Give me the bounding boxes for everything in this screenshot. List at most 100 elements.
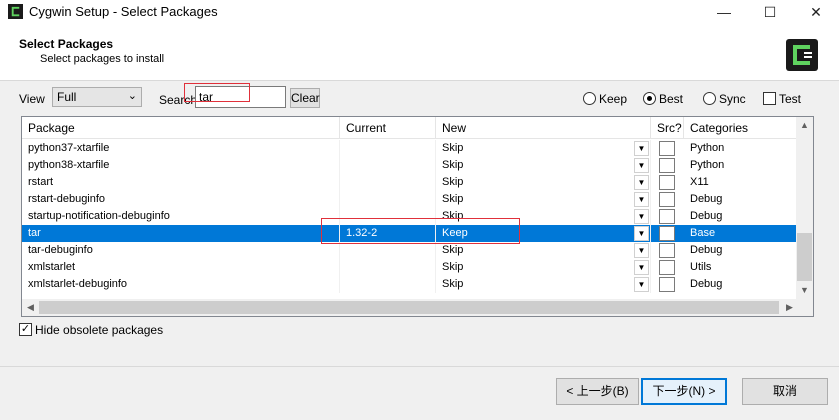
- horizontal-scroll-thumb[interactable]: [39, 301, 779, 314]
- vertical-scrollbar[interactable]: ▲ ▼: [796, 117, 813, 299]
- chevron-down-icon[interactable]: ▼: [634, 260, 649, 275]
- new-action-cell[interactable]: Keep: [436, 225, 651, 242]
- radio-keep-label: Keep: [599, 92, 628, 106]
- current-version-cell: [340, 174, 436, 191]
- cygwin-logo-icon: [786, 39, 818, 71]
- column-header-src[interactable]: Src?: [651, 117, 684, 139]
- package-name-cell: python38-xtarfile: [22, 157, 340, 174]
- column-header-package[interactable]: Package: [22, 117, 340, 139]
- table-row[interactable]: xmlstarlet-debuginfo Skip ▼ Debug: [22, 276, 798, 293]
- title-bar: Cygwin Setup - Select Packages — ☐ ✕: [0, 0, 839, 24]
- chevron-down-icon[interactable]: ▼: [634, 175, 649, 190]
- src-checkbox[interactable]: [659, 209, 675, 224]
- new-action-cell[interactable]: Skip: [436, 140, 651, 157]
- category-cell: Utils: [684, 259, 798, 276]
- column-header-current[interactable]: Current: [340, 117, 436, 139]
- search-input[interactable]: tar: [195, 86, 286, 108]
- src-checkbox[interactable]: [659, 260, 675, 275]
- package-grid[interactable]: Package Current New Src? Categories pyth…: [21, 116, 814, 317]
- radio-best[interactable]: [643, 92, 656, 105]
- new-action-cell[interactable]: Skip: [436, 157, 651, 174]
- package-name-cell: rstart: [22, 174, 340, 191]
- cancel-button[interactable]: 取消: [742, 378, 828, 405]
- page-title: Select Packages: [19, 37, 114, 51]
- package-name-cell: tar: [22, 225, 340, 242]
- current-version-cell: [340, 208, 436, 225]
- view-select[interactable]: Full ⌄: [52, 87, 142, 107]
- header-divider: [0, 80, 839, 81]
- close-button[interactable]: ✕: [793, 0, 839, 24]
- test-checkbox[interactable]: [763, 92, 776, 105]
- table-row[interactable]: python37-xtarfile Skip ▼ Python: [22, 140, 798, 157]
- table-row[interactable]: startup-notification-debuginfo Skip ▼ Debug: [22, 208, 798, 225]
- src-checkbox[interactable]: [659, 141, 675, 156]
- src-checkbox[interactable]: [659, 175, 675, 190]
- chevron-down-icon[interactable]: ▼: [634, 141, 649, 156]
- chevron-down-icon: ⌄: [127, 90, 137, 102]
- scroll-down-icon[interactable]: ▼: [796, 282, 813, 299]
- radio-sync[interactable]: [703, 92, 716, 105]
- chevron-down-icon[interactable]: ▼: [634, 192, 649, 207]
- search-input-value: tar: [199, 90, 214, 104]
- radio-keep[interactable]: [583, 92, 596, 105]
- window-title: Cygwin Setup - Select Packages: [29, 4, 218, 19]
- page-subtitle: Select packages to install: [40, 53, 165, 65]
- chevron-down-icon[interactable]: ▼: [634, 277, 649, 292]
- table-row[interactable]: xmlstarlet Skip ▼ Utils: [22, 259, 798, 276]
- src-checkbox[interactable]: [659, 243, 675, 258]
- chevron-down-icon[interactable]: ▼: [634, 226, 649, 241]
- radio-best-label: Best: [659, 92, 684, 106]
- current-version-cell: [340, 242, 436, 259]
- scrollbar-corner: [796, 299, 813, 316]
- package-name-cell: tar-debuginfo: [22, 242, 340, 259]
- table-row[interactable]: rstart-debuginfo Skip ▼ Debug: [22, 191, 798, 208]
- new-action-cell[interactable]: Skip: [436, 242, 651, 259]
- current-version-cell: [340, 157, 436, 174]
- table-row[interactable]: tar-debuginfo Skip ▼ Debug: [22, 242, 798, 259]
- package-name-cell: rstart-debuginfo: [22, 191, 340, 208]
- hide-obsolete-label: Hide obsolete packages: [35, 323, 164, 337]
- clear-button[interactable]: Clear: [290, 88, 320, 108]
- category-cell: Debug: [684, 191, 798, 208]
- next-button[interactable]: 下一步(N) >: [641, 378, 727, 405]
- chevron-down-icon[interactable]: ▼: [634, 158, 649, 173]
- vertical-scroll-thumb[interactable]: [797, 233, 812, 281]
- view-label: View: [19, 92, 45, 106]
- grid-header: Package Current New Src? Categories: [22, 117, 798, 139]
- hide-obsolete-checkbox[interactable]: ✓: [19, 323, 32, 336]
- category-cell: X11: [684, 174, 798, 191]
- table-row[interactable]: python38-xtarfile Skip ▼ Python: [22, 157, 798, 174]
- table-row[interactable]: tar 1.32-2 Keep ▼ Base: [22, 225, 798, 242]
- test-checkbox-label: Test: [779, 92, 802, 106]
- new-action-cell[interactable]: Skip: [436, 259, 651, 276]
- minimize-button[interactable]: —: [701, 0, 747, 24]
- back-button[interactable]: < 上一步(B): [556, 378, 639, 405]
- horizontal-scrollbar[interactable]: ◀ ▶: [22, 299, 798, 316]
- new-action-cell[interactable]: Skip: [436, 191, 651, 208]
- current-version-cell: [340, 276, 436, 293]
- maximize-button[interactable]: ☐: [747, 0, 793, 24]
- src-checkbox[interactable]: [659, 226, 675, 241]
- scroll-left-icon[interactable]: ◀: [22, 299, 39, 316]
- new-action-cell[interactable]: Skip: [436, 208, 651, 225]
- chevron-down-icon[interactable]: ▼: [634, 209, 649, 224]
- src-checkbox[interactable]: [659, 158, 675, 173]
- category-cell: Python: [684, 157, 798, 174]
- chevron-down-icon[interactable]: ▼: [634, 243, 649, 258]
- new-action-cell[interactable]: Skip: [436, 276, 651, 293]
- column-header-categories[interactable]: Categories: [684, 117, 798, 139]
- src-checkbox[interactable]: [659, 192, 675, 207]
- src-checkbox[interactable]: [659, 277, 675, 292]
- scroll-up-icon[interactable]: ▲: [796, 117, 813, 134]
- radio-sync-label: Sync: [719, 92, 746, 106]
- column-header-new[interactable]: New: [436, 117, 651, 139]
- current-version-cell: [340, 259, 436, 276]
- table-row[interactable]: rstart Skip ▼ X11: [22, 174, 798, 191]
- current-version-cell: [340, 140, 436, 157]
- category-cell: Debug: [684, 208, 798, 225]
- new-action-cell[interactable]: Skip: [436, 174, 651, 191]
- category-cell: Base: [684, 225, 798, 242]
- category-cell: Debug: [684, 242, 798, 259]
- category-cell: Python: [684, 140, 798, 157]
- package-name-cell: python37-xtarfile: [22, 140, 340, 157]
